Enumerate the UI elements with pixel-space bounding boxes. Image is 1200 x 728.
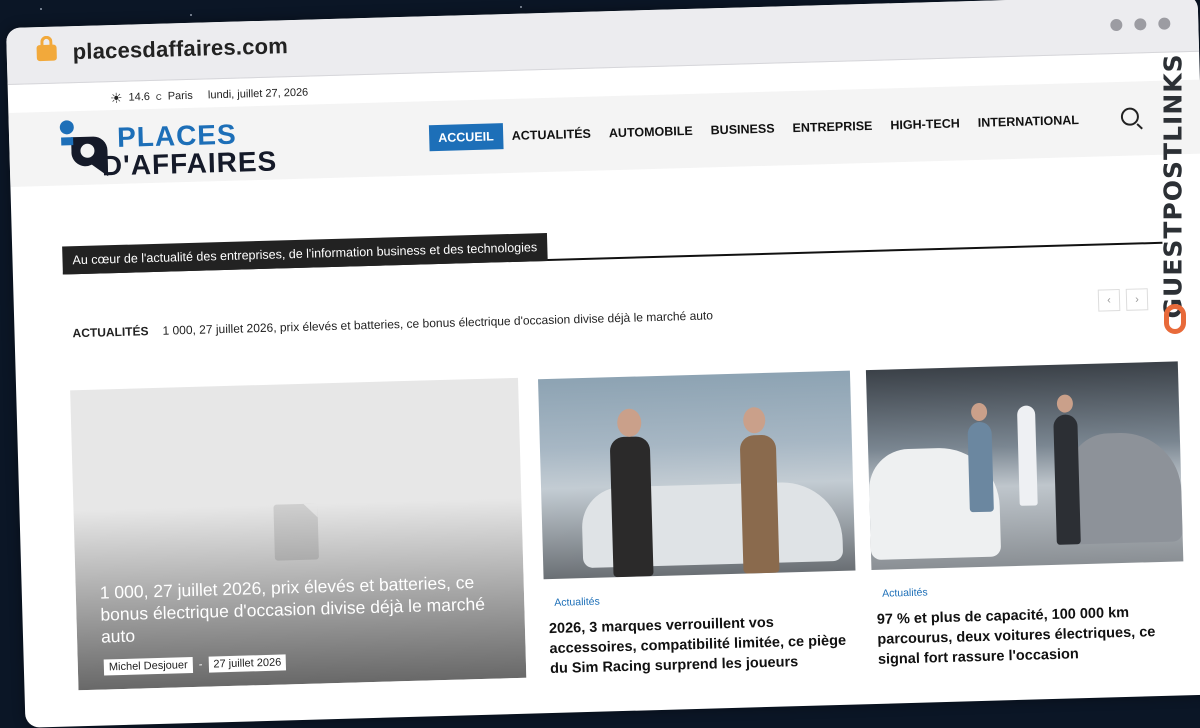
article-title[interactable]: 2026, 3 marques verrouillent vos accesso… bbox=[549, 611, 851, 679]
ticker-label: ACTUALITÉS bbox=[72, 324, 149, 341]
logo-wordmark: PLACES D'AFFAIRES bbox=[101, 119, 277, 182]
person-shape bbox=[1053, 414, 1081, 545]
window-dot-icon[interactable] bbox=[1158, 17, 1171, 30]
featured-article[interactable]: 1 000, 27 juillet 2026, prix élevés et b… bbox=[70, 377, 527, 691]
window-dot-icon[interactable] bbox=[1134, 18, 1147, 31]
main-nav: ACCUEIL ACTUALITÉS AUTOMOBILE BUSINESS E… bbox=[428, 107, 1088, 152]
person-head bbox=[970, 402, 988, 422]
article-image[interactable] bbox=[865, 361, 1184, 571]
city: Paris bbox=[167, 89, 193, 103]
address-bar[interactable]: placesdaffaires.com bbox=[72, 33, 288, 65]
ticker-headline[interactable]: 1 000, 27 juillet 2026, prix élevés et b… bbox=[162, 308, 713, 337]
window-dot-icon[interactable] bbox=[1110, 18, 1123, 32]
person-shape bbox=[967, 421, 994, 513]
charger-shape bbox=[1016, 405, 1038, 506]
lock-icon bbox=[36, 44, 57, 62]
author-badge[interactable]: Michel Desjouer bbox=[103, 657, 193, 676]
person-shape bbox=[739, 434, 780, 574]
nav-item-actualites[interactable]: ACTUALITÉS bbox=[502, 120, 600, 149]
meta-separator: - bbox=[198, 658, 203, 671]
nav-item-automobile[interactable]: AUTOMOBILE bbox=[600, 118, 702, 147]
person-head bbox=[742, 406, 766, 434]
temperature-unit: C bbox=[155, 92, 162, 102]
site-logo[interactable]: PLACES D'AFFAIRES bbox=[57, 113, 309, 182]
article-card[interactable]: Actualités 2026, 3 marques verrouillent … bbox=[538, 370, 858, 680]
person-head bbox=[1056, 394, 1074, 413]
nav-item-business[interactable]: BUSINESS bbox=[701, 115, 784, 143]
watermark-text: GUESTPOSTLINKS bbox=[1158, 53, 1188, 319]
article-category[interactable]: Actualités bbox=[554, 588, 856, 609]
chevron-left-icon[interactable]: ‹ bbox=[1097, 289, 1121, 312]
sun-icon: ☀ bbox=[109, 89, 123, 107]
browser-window: placesdaffaires.com ☀ 14.6 C Paris lundi… bbox=[6, 0, 1200, 728]
window-controls bbox=[1110, 17, 1171, 32]
featured-title[interactable]: 1 000, 27 juillet 2026, prix élevés et b… bbox=[99, 570, 511, 647]
ticker-controls: ‹ › bbox=[1097, 288, 1149, 312]
nav-item-accueil[interactable]: ACCUEIL bbox=[428, 123, 504, 152]
watermark: GUESTPOSTLINKS bbox=[1158, 53, 1194, 354]
nav-item-high-tech[interactable]: HIGH-TECH bbox=[881, 110, 969, 138]
person-head bbox=[616, 408, 642, 438]
article-title[interactable]: 97 % et plus de capacité, 100 000 km par… bbox=[877, 602, 1179, 670]
search-icon[interactable] bbox=[1120, 107, 1140, 126]
tagline-bar: Au cœur de l'actualité des entreprises, … bbox=[62, 215, 1163, 275]
article-image[interactable] bbox=[538, 370, 856, 580]
temperature: 14.6 bbox=[128, 91, 151, 104]
nav-item-entreprise[interactable]: ENTREPRISE bbox=[783, 113, 882, 142]
logo-line-2: D'AFFAIRES bbox=[101, 145, 278, 182]
person-shape bbox=[609, 436, 654, 578]
news-ticker: ACTUALITÉS 1 000, 27 juillet 2026, prix … bbox=[72, 308, 713, 340]
site-tagline: Au cœur de l'actualité des entreprises, … bbox=[62, 232, 548, 275]
chevron-right-icon[interactable]: › bbox=[1125, 288, 1149, 311]
car-shape bbox=[1067, 431, 1183, 545]
current-date: lundi, juillet 27, 2026 bbox=[207, 86, 309, 102]
nav-item-international[interactable]: INTERNATIONAL bbox=[968, 107, 1088, 136]
weather-widget: ☀ 14.6 C Paris bbox=[109, 89, 193, 107]
article-category[interactable]: Actualités bbox=[882, 579, 1184, 599]
article-card[interactable]: Actualités 97 % et plus de capacité, 100… bbox=[865, 361, 1186, 670]
link-icon bbox=[1164, 304, 1186, 334]
